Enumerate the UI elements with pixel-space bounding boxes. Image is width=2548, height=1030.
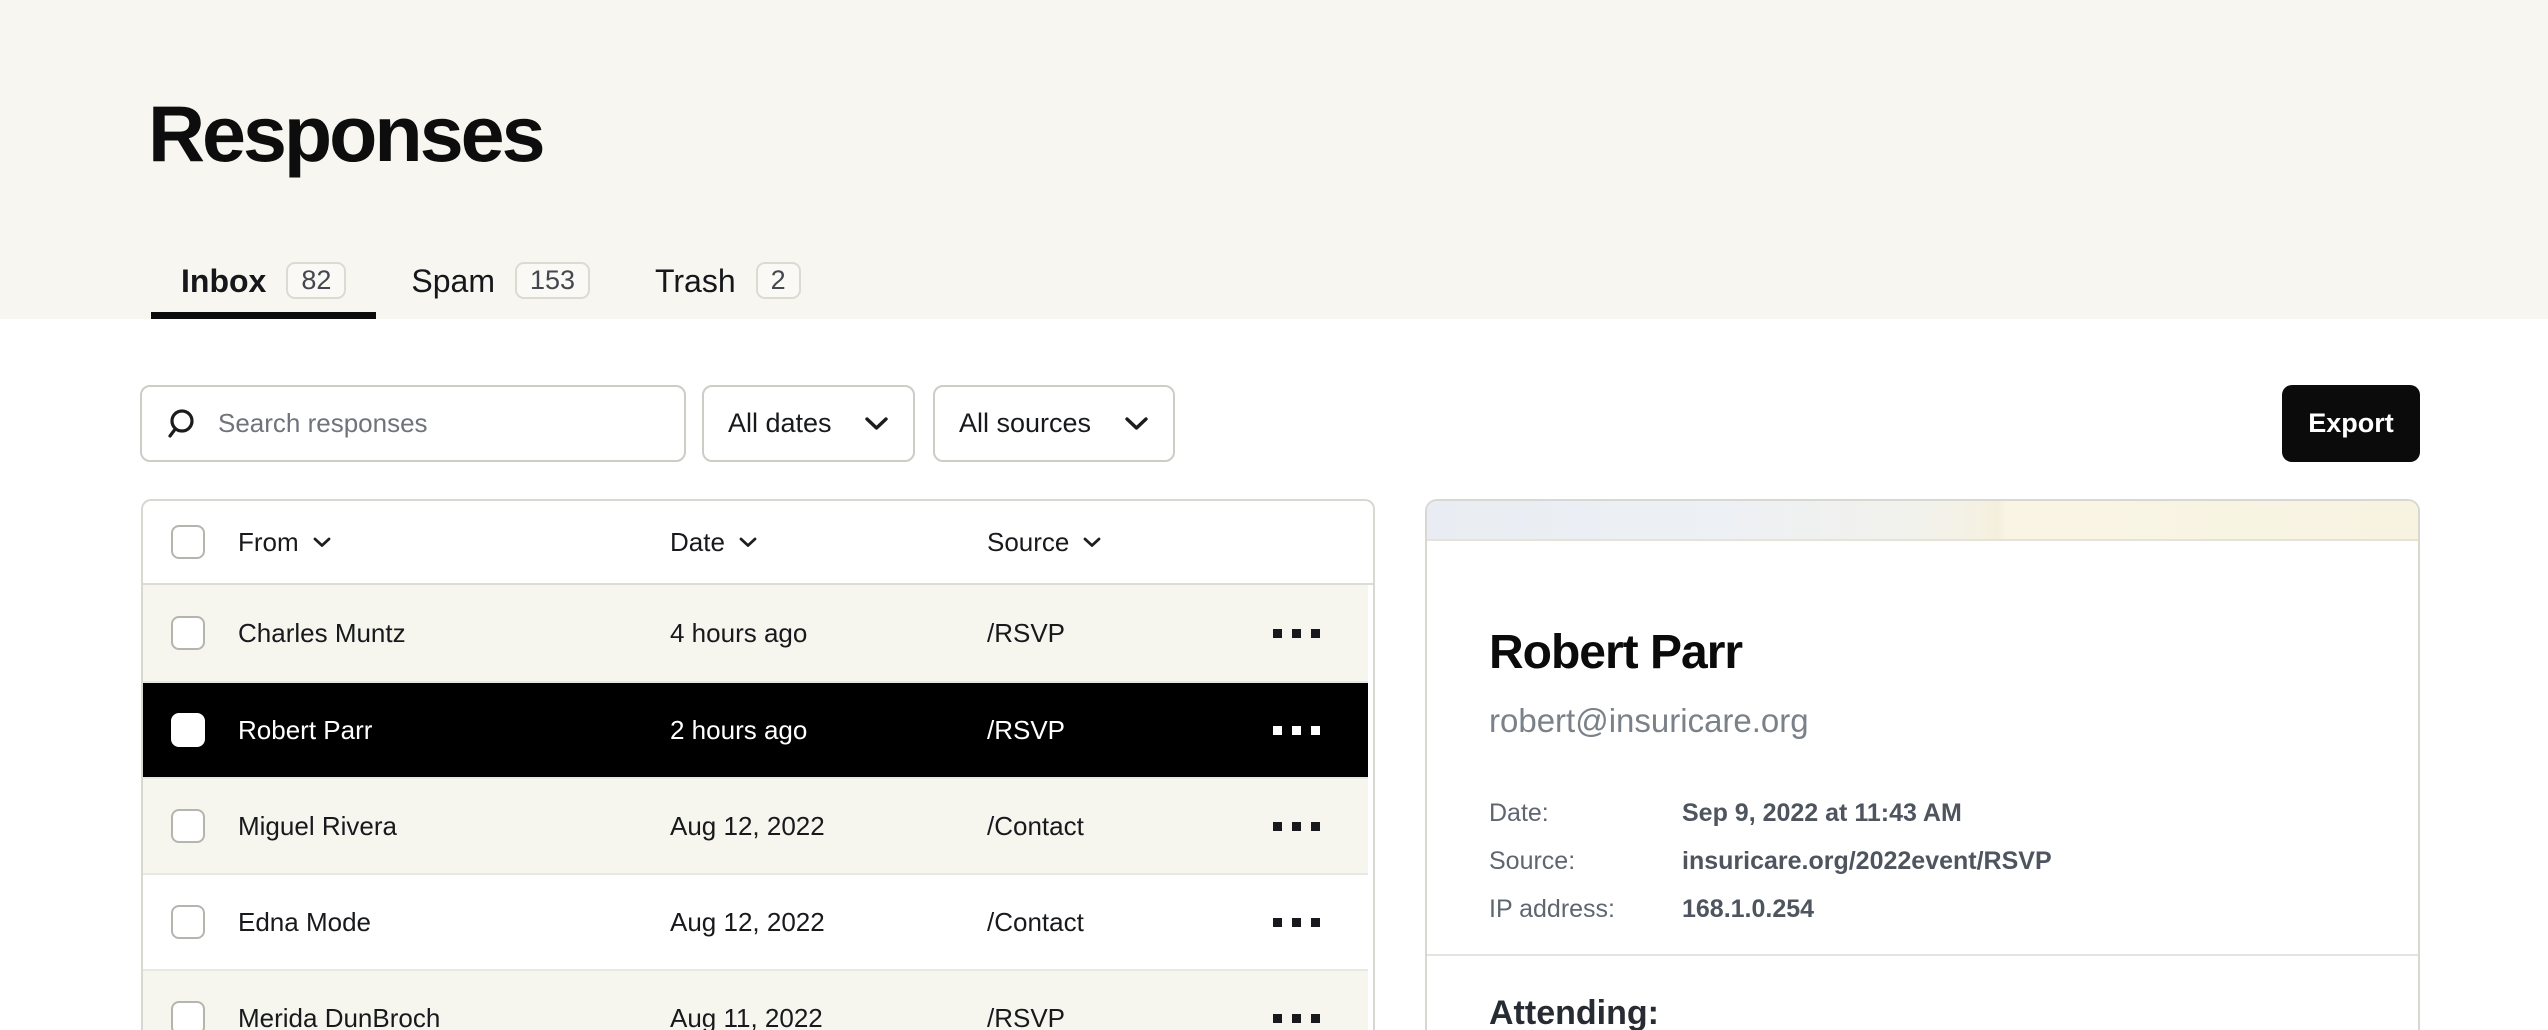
table-row[interactable]: Merida DunBroch Aug 11, 2022 /RSVP — [143, 969, 1368, 1030]
tab-inbox[interactable]: Inbox 82 — [151, 249, 376, 319]
row-date: 2 hours ago — [670, 715, 987, 746]
row-source: /RSVP — [987, 1003, 1272, 1030]
detail-section: Attending: — [1427, 996, 2418, 1030]
responses-page: Responses Inbox 82 Spam 153 Trash 2 All … — [0, 0, 2548, 1030]
chevron-down-icon — [864, 416, 889, 431]
field-row: Source: insuricare.org/2022event/RSVP — [1489, 845, 2356, 879]
field-row: IP address: 168.1.0.254 — [1489, 893, 2356, 927]
row-from: Edna Mode — [238, 907, 670, 938]
field-label: Date: — [1489, 799, 1682, 828]
export-button[interactable]: Export — [2282, 385, 2420, 462]
detail-name: Robert Parr — [1489, 629, 2356, 677]
detail-email: robert@insuricare.org — [1489, 701, 2356, 741]
ellipsis-icon — [1273, 1014, 1282, 1023]
column-label: Date — [670, 527, 725, 558]
detail-divider — [1427, 954, 2418, 956]
tab-label: Trash — [655, 265, 736, 297]
chevron-down-icon — [1083, 537, 1101, 548]
field-value: insuricare.org/2022event/RSVP — [1682, 847, 2052, 876]
ellipsis-icon — [1273, 822, 1282, 831]
row-from: Merida DunBroch — [238, 1003, 670, 1030]
row-actions-button[interactable] — [1272, 629, 1320, 638]
row-source: /RSVP — [987, 715, 1272, 746]
row-date: Aug 12, 2022 — [670, 811, 987, 842]
ellipsis-icon — [1273, 629, 1282, 638]
row-checkbox[interactable] — [171, 713, 205, 747]
select-all-checkbox[interactable] — [171, 525, 205, 559]
row-source: /Contact — [987, 907, 1272, 938]
ellipsis-icon — [1273, 918, 1282, 927]
page-title: Responses — [148, 94, 543, 173]
column-header-date[interactable]: Date — [670, 527, 987, 558]
source-filter-select[interactable]: All sources — [933, 385, 1175, 462]
date-filter-select[interactable]: All dates — [702, 385, 915, 462]
ellipsis-icon — [1273, 726, 1282, 735]
column-label: From — [238, 527, 299, 558]
row-date: Aug 11, 2022 — [670, 1003, 987, 1030]
tab-trash[interactable]: Trash 2 — [625, 249, 831, 319]
responses-table: From Date Source Ch — [141, 499, 1375, 1030]
field-value: Sep 9, 2022 at 11:43 AM — [1682, 799, 1962, 828]
row-from: Robert Parr — [238, 715, 670, 746]
table-header: From Date Source — [143, 501, 1373, 585]
column-label: Source — [987, 527, 1069, 558]
attending-heading: Attending: — [1489, 996, 2356, 1030]
row-from: Charles Muntz — [238, 618, 670, 649]
tab-label: Inbox — [181, 265, 266, 297]
column-header-from[interactable]: From — [238, 527, 670, 558]
date-filter-value: All dates — [728, 408, 832, 439]
row-checkbox[interactable] — [171, 616, 205, 650]
tab-count-badge: 153 — [515, 262, 590, 299]
table-row-selected[interactable]: Robert Parr 2 hours ago /RSVP — [143, 681, 1368, 777]
row-source: /Contact — [987, 811, 1272, 842]
detail-fields: Date: Sep 9, 2022 at 11:43 AM Source: in… — [1489, 797, 2356, 927]
row-source: /RSVP — [987, 618, 1272, 649]
table-row[interactable]: Charles Muntz 4 hours ago /RSVP — [143, 585, 1368, 681]
row-checkbox[interactable] — [171, 1001, 205, 1030]
chevron-down-icon — [739, 537, 757, 548]
source-filter-value: All sources — [959, 408, 1091, 439]
field-label: IP address: — [1489, 895, 1682, 924]
row-from: Miguel Rivera — [238, 811, 670, 842]
detail-body: Robert Parr robert@insuricare.org Date: … — [1427, 629, 2418, 927]
top-band: Responses Inbox 82 Spam 153 Trash 2 — [0, 0, 2548, 319]
detail-gradient-strip — [1427, 501, 2418, 541]
row-date: Aug 12, 2022 — [670, 907, 987, 938]
row-checkbox[interactable] — [171, 809, 205, 843]
chevron-down-icon — [1124, 416, 1149, 431]
response-detail-panel: Robert Parr robert@insuricare.org Date: … — [1425, 499, 2420, 1030]
tab-count-badge: 82 — [286, 262, 346, 299]
row-actions-button[interactable] — [1272, 918, 1320, 927]
tabs: Inbox 82 Spam 153 Trash 2 — [151, 249, 831, 319]
row-actions-button[interactable] — [1272, 726, 1320, 735]
tab-spam[interactable]: Spam 153 — [381, 249, 620, 319]
chevron-down-icon — [313, 537, 331, 548]
tab-count-badge: 2 — [756, 262, 801, 299]
search-box[interactable] — [140, 385, 686, 462]
column-header-source[interactable]: Source — [987, 527, 1277, 558]
table-rows: Charles Muntz 4 hours ago /RSVP Robert P… — [143, 585, 1368, 1030]
tab-label: Spam — [411, 265, 495, 297]
table-row[interactable]: Miguel Rivera Aug 12, 2022 /Contact — [143, 777, 1368, 873]
field-row: Date: Sep 9, 2022 at 11:43 AM — [1489, 797, 2356, 831]
field-label: Source: — [1489, 847, 1682, 876]
search-input[interactable] — [218, 408, 648, 439]
search-icon — [164, 407, 198, 441]
field-value: 168.1.0.254 — [1682, 895, 1814, 924]
row-actions-button[interactable] — [1272, 1014, 1320, 1023]
table-row[interactable]: Edna Mode Aug 12, 2022 /Contact — [143, 873, 1368, 969]
row-date: 4 hours ago — [670, 618, 987, 649]
row-actions-button[interactable] — [1272, 822, 1320, 831]
row-checkbox[interactable] — [171, 905, 205, 939]
